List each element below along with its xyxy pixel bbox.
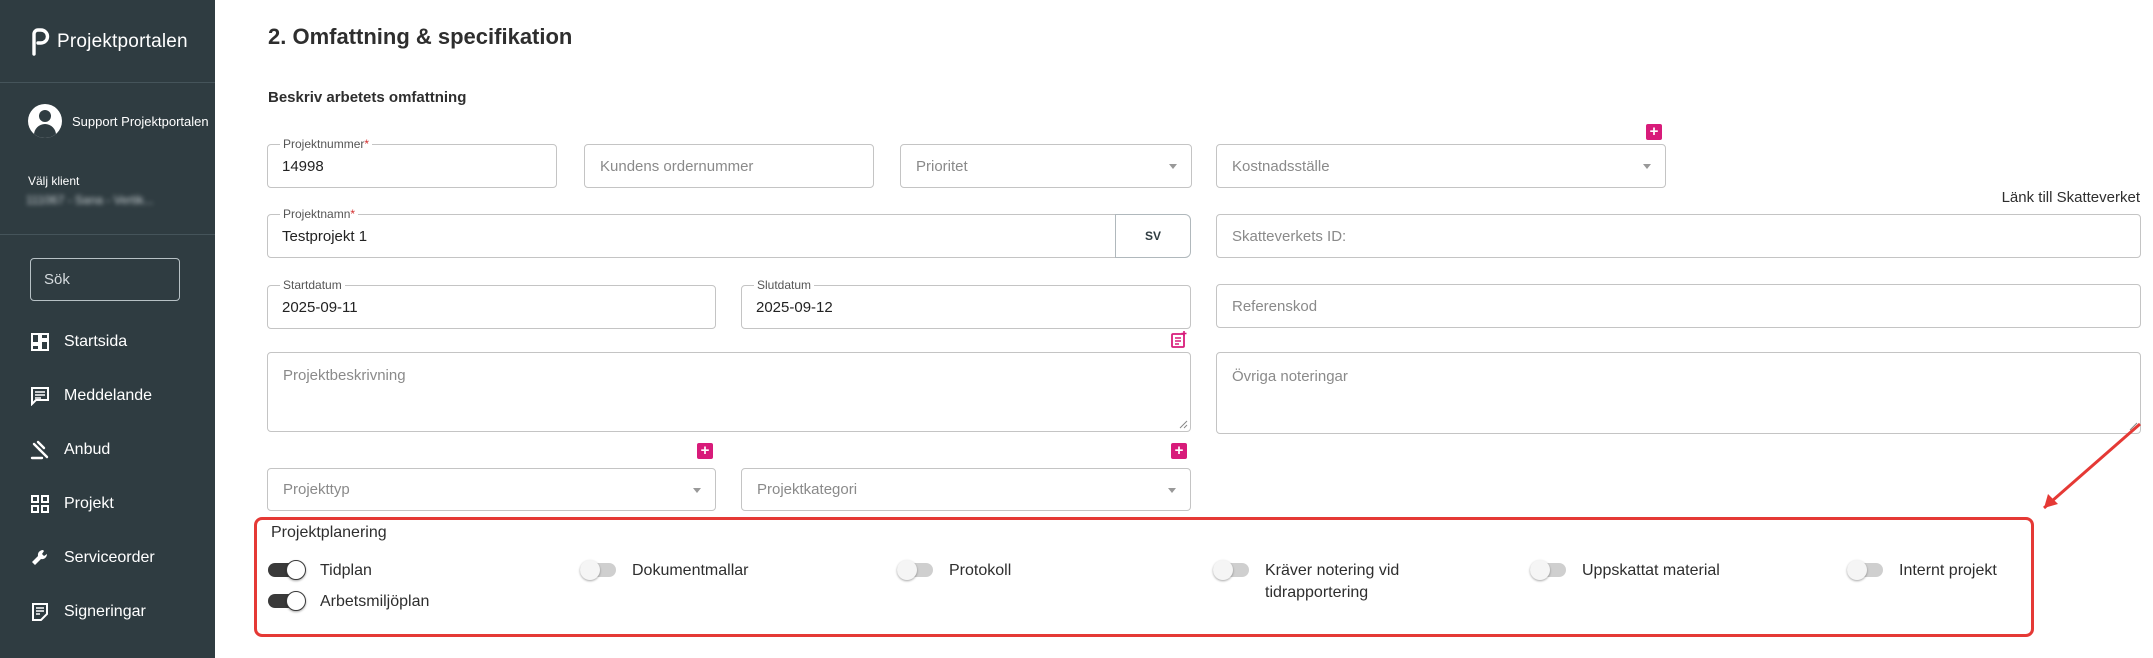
sidebar: Projektportalen Support Projektportalen … <box>0 0 215 658</box>
uppskattat-material-toggle[interactable] <box>1530 560 1568 580</box>
slutdatum-field[interactable]: Slutdatum 2025-09-12 <box>741 278 1191 329</box>
tidplan-toggle[interactable] <box>268 560 306 580</box>
referenskod-field[interactable]: Referenskod <box>1216 284 2141 328</box>
project-grid-icon <box>31 495 49 513</box>
planning-title: Projektplanering <box>271 524 387 541</box>
toggle-item-dokumentmallar[interactable]: Dokumentmallar <box>580 560 748 582</box>
kostnadsstalle-placeholder: Kostnadsställe <box>1232 157 1330 175</box>
toggle-item-kraver-notering[interactable]: Kräver notering vid tidrapportering <box>1213 560 1425 604</box>
nav-label: Projekt <box>64 495 114 512</box>
app-logo[interactable]: Projektportalen <box>30 28 188 56</box>
nav-item-meddelande[interactable]: Meddelande <box>30 386 152 406</box>
add-projektkategori-icon[interactable]: + <box>1171 443 1187 459</box>
projektkategori-select[interactable]: Projektkategori <box>741 468 1191 511</box>
startdatum-value: 2025-09-11 <box>282 298 358 316</box>
projektbeskrivning-placeholder: Projektbeskrivning <box>283 367 406 384</box>
ovriga-noteringar-placeholder: Övriga noteringar <box>1232 368 1348 385</box>
sign-doc-icon <box>32 603 48 621</box>
nav-item-signeringar[interactable]: Signeringar <box>30 602 146 622</box>
logo-icon <box>32 28 50 56</box>
add-projekttyp-icon[interactable]: + <box>697 443 713 459</box>
skatteverkets-id-field[interactable]: Skatteverkets ID: <box>1216 214 2141 258</box>
uppskattat-material-label: Uppskattat material <box>1582 562 1720 579</box>
skatteverket-link[interactable]: Länk till Skatteverket <box>2002 189 2140 206</box>
projekttyp-select[interactable]: Projekttyp <box>267 468 716 511</box>
toggle-item-protokoll[interactable]: Protokoll <box>897 560 1011 582</box>
client-selector[interactable]: 111067 - Sana - Vertik... <box>26 193 154 207</box>
section-title: 2. Omfattning & specifikation <box>268 24 573 49</box>
avatar <box>28 104 62 138</box>
ovriga-noteringar-textarea[interactable]: Övriga noteringar <box>1216 352 2141 434</box>
nav-item-anbud[interactable]: Anbud <box>30 440 110 460</box>
skatteverkets-id-placeholder: Skatteverkets ID: <box>1232 227 1347 245</box>
language-sv-button[interactable]: SV <box>1115 214 1191 258</box>
projektnamn-value: Testprojekt 1 <box>282 227 368 245</box>
prioritet-select[interactable]: Prioritet <box>900 144 1192 188</box>
section-subtitle: Beskriv arbetets omfattning <box>268 89 467 106</box>
protokoll-toggle[interactable] <box>897 560 935 580</box>
kraver-notering-label: Kräver notering vid tidrapportering <box>1265 562 1400 601</box>
internt-projekt-toggle[interactable] <box>1847 560 1885 580</box>
projektbeskrivning-textarea[interactable]: Projektbeskrivning <box>267 352 1191 432</box>
logo-text: Projektportalen <box>57 31 188 52</box>
projektkategori-placeholder: Projektkategori <box>757 481 858 498</box>
chevron-down-icon <box>1168 487 1176 493</box>
toggle-item-tidplan[interactable]: Tidplan <box>268 560 372 582</box>
protokoll-label: Protokoll <box>949 562 1012 579</box>
sidebar-divider <box>0 234 215 235</box>
dokumentmallar-label: Dokumentmallar <box>632 562 749 579</box>
add-note-icon[interactable] <box>1170 331 1188 349</box>
wrench-icon <box>32 549 48 565</box>
prioritet-placeholder: Prioritet <box>916 157 968 175</box>
tidplan-label: Tidplan <box>320 562 372 579</box>
dashboard-icon <box>31 333 49 351</box>
nav-label: Startsida <box>64 333 128 350</box>
internt-projekt-label: Internt projekt <box>1899 562 1997 579</box>
projektnummer-value: 14998 <box>282 157 324 175</box>
toggle-item-uppskattat-material[interactable]: Uppskattat material <box>1530 560 1720 582</box>
kostnadsstalle-select[interactable]: Kostnadsställe <box>1216 144 1666 188</box>
chevron-down-icon <box>1643 164 1651 169</box>
nav-item-serviceorder[interactable]: Serviceorder <box>30 548 155 568</box>
annotation-arrow-icon <box>2043 422 2141 510</box>
nav-label: Serviceorder <box>64 549 155 566</box>
toggle-item-arbetsmiljoplan[interactable]: Arbetsmiljöplan <box>268 591 429 613</box>
nav-label: Anbud <box>64 441 111 458</box>
chevron-down-icon <box>693 487 701 493</box>
kundens-ordernummer-placeholder: Kundens ordernummer <box>600 157 754 175</box>
highlight-box <box>254 517 2034 637</box>
startdatum-field[interactable]: Startdatum 2025-09-11 <box>267 278 716 329</box>
kundens-ordernummer-field[interactable]: Kundens ordernummer <box>584 144 874 188</box>
referenskod-placeholder: Referenskod <box>1232 297 1318 315</box>
client-label: Välj klient <box>28 174 80 188</box>
toggle-item-internt-projekt[interactable]: Internt projekt <box>1847 560 1997 582</box>
projekttyp-placeholder: Projekttyp <box>283 481 350 498</box>
sidebar-divider <box>0 82 215 83</box>
gavel-icon <box>30 440 49 460</box>
nav-label: Meddelande <box>64 387 153 404</box>
projektnamn-field[interactable]: Projektnamn* Testprojekt 1 <box>267 207 1116 258</box>
kraver-notering-toggle[interactable] <box>1213 560 1251 580</box>
arbetsmiljoplan-toggle[interactable] <box>268 591 306 611</box>
projektnummer-field[interactable]: Projektnummer* 14998 <box>267 137 557 188</box>
resize-handle-icon[interactable] <box>1179 420 1188 429</box>
search-input[interactable]: Sök <box>30 258 180 301</box>
message-icon <box>31 387 49 406</box>
dokumentmallar-toggle[interactable] <box>580 560 618 580</box>
arbetsmiljoplan-label: Arbetsmiljöplan <box>320 593 430 610</box>
nav-item-projekt[interactable]: Projekt <box>30 494 114 514</box>
user-name: Support Projektportalen <box>72 113 209 129</box>
user-profile[interactable]: Support Projektportalen <box>28 104 209 138</box>
nav-label: Signeringar <box>64 603 146 620</box>
slutdatum-value: 2025-09-12 <box>756 298 833 316</box>
nav-item-startsida[interactable]: Startsida <box>30 332 127 352</box>
add-kostnadsstalle-icon[interactable]: + <box>1646 124 1662 140</box>
chevron-down-icon <box>1169 164 1177 169</box>
